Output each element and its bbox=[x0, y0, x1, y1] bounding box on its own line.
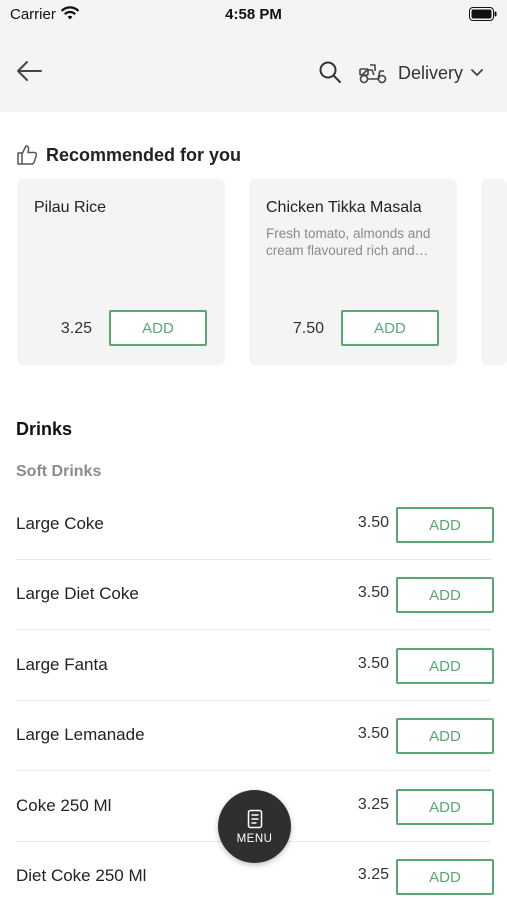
menu-item-name: Large Fanta bbox=[16, 655, 108, 674]
top-navigation-bar: Delivery bbox=[0, 30, 507, 112]
menu-item-row[interactable]: Large Lemanade 3.50 ADD bbox=[16, 701, 494, 771]
menu-item-row[interactable]: Large Fanta 3.50 ADD bbox=[16, 631, 494, 701]
search-icon bbox=[319, 61, 341, 83]
menu-item-row[interactable]: Large Coke 3.50 ADD bbox=[16, 490, 494, 560]
status-bar: Carrier 4:58 PM bbox=[0, 0, 507, 30]
menu-item-price: 3.25 bbox=[357, 866, 389, 883]
add-button[interactable]: ADD bbox=[341, 310, 439, 346]
section-title: Drinks bbox=[16, 419, 73, 439]
delivery-mode-label: Delivery bbox=[398, 62, 464, 83]
recommended-item-name: Chicken Tikka Masala bbox=[266, 199, 422, 216]
add-button[interactable]: ADD bbox=[396, 577, 494, 613]
menu-item-row[interactable]: Large Diet Coke 3.50 ADD bbox=[16, 560, 494, 630]
scooter-icon bbox=[359, 64, 387, 84]
recommended-title: Recommended for you bbox=[46, 144, 242, 165]
thumbs-up-icon bbox=[17, 145, 38, 165]
subsection-title: Soft Drinks bbox=[16, 463, 102, 480]
recommended-item-price: 3.25 bbox=[60, 320, 92, 337]
add-button[interactable]: ADD bbox=[396, 507, 494, 543]
back-button[interactable] bbox=[12, 54, 46, 88]
recommended-card[interactable]: Chicken Tikka Masala Fresh tomato, almon… bbox=[249, 179, 457, 365]
menu-book-icon bbox=[247, 809, 262, 828]
menu-item-price: 3.50 bbox=[357, 725, 389, 742]
add-button[interactable]: ADD bbox=[396, 718, 494, 754]
search-button[interactable] bbox=[318, 60, 344, 86]
menu-item-name: Large Coke bbox=[16, 514, 104, 533]
back-arrow-icon bbox=[17, 61, 42, 81]
recommended-header: Recommended for you bbox=[16, 142, 241, 168]
add-button[interactable]: ADD bbox=[396, 648, 494, 684]
add-button[interactable]: ADD bbox=[396, 859, 494, 895]
recommended-item-name: Pilau Rice bbox=[34, 199, 107, 216]
recommended-item-price: 7.50 bbox=[292, 320, 324, 337]
menu-item-name: Large Diet Coke bbox=[16, 584, 139, 603]
recommended-card-partial[interactable] bbox=[481, 179, 507, 365]
menu-fab-button[interactable]: MENU bbox=[218, 790, 291, 863]
battery-icon bbox=[469, 7, 497, 26]
menu-item-name: Large Lemanade bbox=[16, 725, 145, 744]
menu-item-price: 3.25 bbox=[357, 796, 389, 813]
recommended-card[interactable]: Pilau Rice 3.25 ADD bbox=[17, 179, 225, 365]
menu-item-price: 3.50 bbox=[357, 655, 389, 672]
menu-fab-label: MENU bbox=[236, 832, 273, 845]
status-time: 4:58 PM bbox=[225, 6, 282, 23]
delivery-mode-dropdown[interactable]: Delivery bbox=[358, 56, 483, 90]
add-button[interactable]: ADD bbox=[109, 310, 207, 346]
menu-item-price: 3.50 bbox=[357, 514, 389, 531]
menu-item-price: 3.50 bbox=[357, 584, 389, 601]
add-button[interactable]: ADD bbox=[396, 789, 494, 825]
menu-item-name: Coke 250 Ml bbox=[16, 796, 112, 815]
menu-item-name: Diet Coke 250 Ml bbox=[16, 866, 147, 885]
chevron-down-icon bbox=[471, 69, 483, 77]
recommended-item-description: Fresh tomato, almonds and cream flavoure… bbox=[266, 226, 431, 258]
